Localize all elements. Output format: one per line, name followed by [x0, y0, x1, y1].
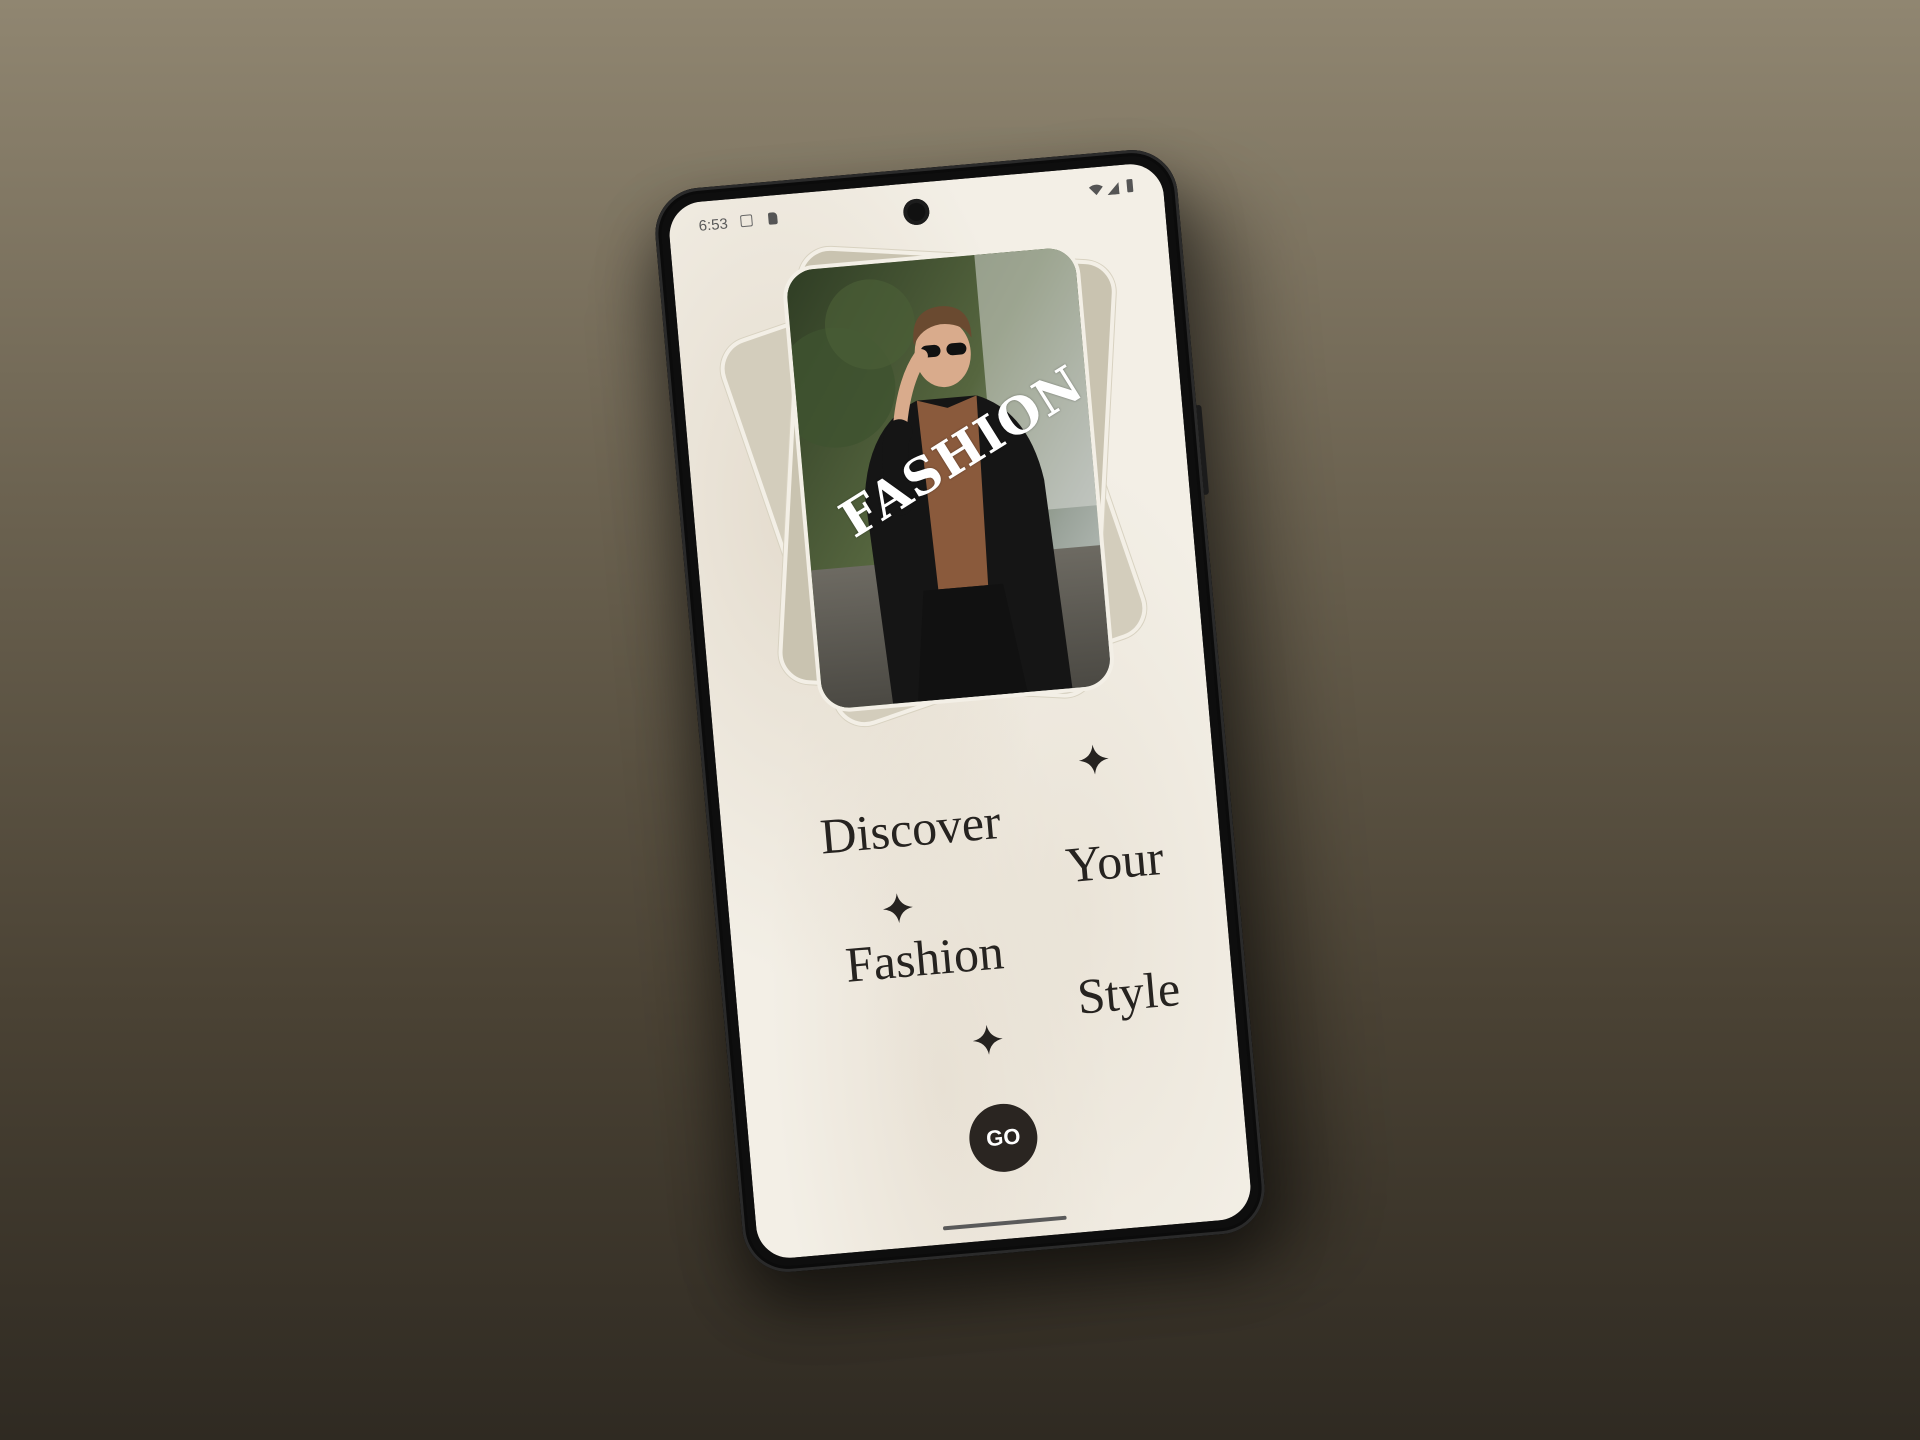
sd-card-icon [767, 212, 778, 225]
phone-device: 6:53 FASHION Discover Your Fashion Style… [651, 146, 1269, 1276]
screenshot-icon [739, 214, 753, 228]
scene-background: 6:53 FASHION Discover Your Fashion Style… [0, 0, 1920, 1440]
signal-icon [1106, 181, 1120, 199]
headline-word-style: Style [1074, 960, 1183, 1025]
hero-photo: FASHION [785, 246, 1113, 710]
go-button[interactable]: GO [966, 1101, 1041, 1175]
hero-card-stack: FASHION [712, 230, 1155, 735]
sparkle-icon [972, 1024, 1005, 1057]
headline-word-fashion: Fashion [843, 923, 1006, 993]
wifi-icon [1088, 183, 1104, 201]
app-screen: 6:53 FASHION Discover Your Fashion Style… [666, 161, 1254, 1261]
home-indicator[interactable] [942, 1215, 1067, 1231]
headline-word-your: Your [1063, 828, 1166, 894]
headline-word-discover: Discover [817, 793, 1003, 865]
status-time: 6:53 [698, 215, 729, 235]
sparkle-icon [1077, 743, 1110, 776]
battery-icon [1126, 178, 1134, 193]
sparkle-icon [882, 892, 915, 925]
